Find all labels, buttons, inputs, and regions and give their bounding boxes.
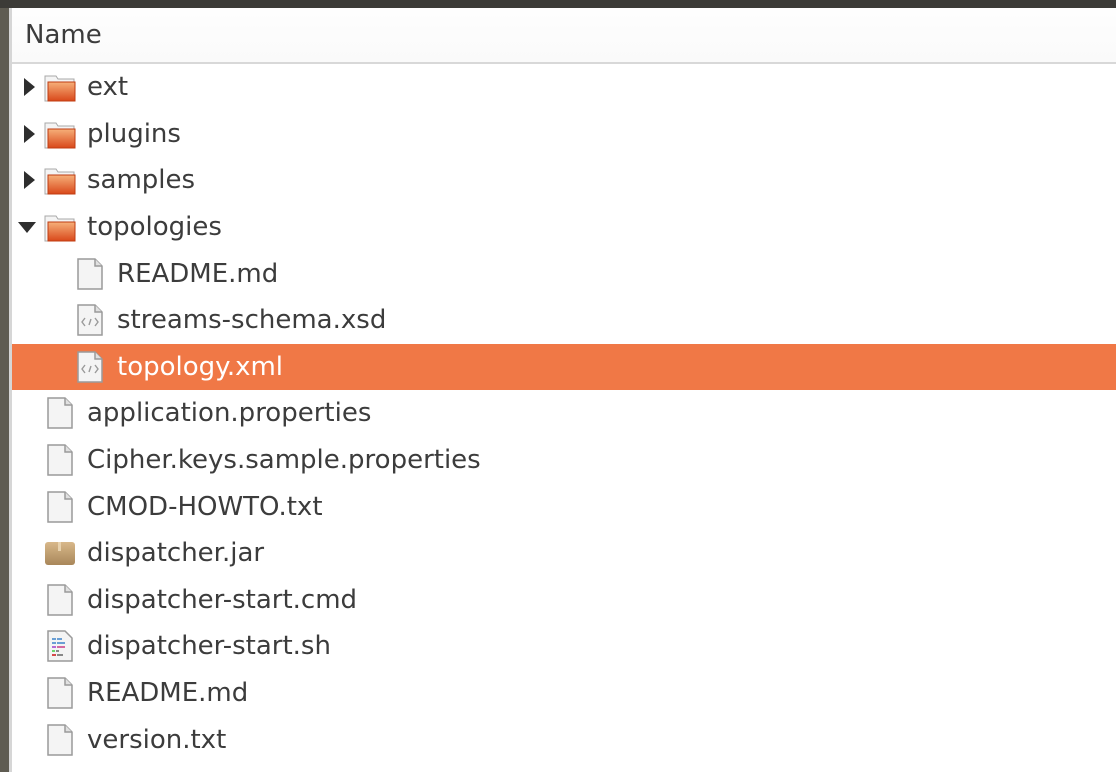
file-row-version-txt[interactable]: version.txt: [12, 716, 1116, 763]
item-label: README.md: [87, 678, 249, 709]
folder-icon: [44, 164, 76, 196]
column-header-name[interactable]: Name: [12, 8, 1116, 64]
archive-icon: [44, 537, 76, 569]
item-label: topology.xml: [117, 351, 284, 382]
item-label: topologies: [87, 212, 222, 243]
item-label: dispatcher.jar: [87, 538, 265, 569]
file-row-cipher-keys-sample-properties[interactable]: Cipher.keys.sample.properties: [12, 437, 1116, 484]
item-label: CMOD-HOWTO.txt: [87, 491, 323, 522]
item-label: dispatcher-start.cmd: [87, 584, 358, 615]
item-label: version.txt: [87, 724, 227, 755]
xml-file-icon: [74, 304, 106, 337]
xml-file-icon: [74, 351, 106, 383]
text-file-icon: [44, 444, 76, 476]
folder-row-samples[interactable]: samples: [12, 157, 1116, 204]
text-file-icon: [44, 397, 76, 430]
item-label: dispatcher-start.sh: [87, 631, 331, 662]
file-tree-view: Name ext plugins samples topologies README.m…: [12, 8, 1116, 772]
file-row-application-properties[interactable]: application.properties: [12, 390, 1116, 437]
text-file-icon: [74, 257, 106, 290]
item-label: application.properties: [87, 398, 372, 429]
file-row-topology-xml[interactable]: topology.xml: [12, 343, 1116, 391]
text-file-icon: [44, 584, 76, 616]
expander-expanded-icon[interactable]: [18, 221, 36, 233]
item-label: Cipher.keys.sample.properties: [87, 445, 481, 476]
item-label: ext: [87, 72, 129, 103]
folder-row-ext[interactable]: ext: [12, 64, 1116, 111]
item-label: samples: [87, 165, 196, 196]
item-label: README.md: [117, 258, 279, 289]
expander-collapsed-icon[interactable]: [24, 78, 35, 97]
expander-collapsed-icon[interactable]: [24, 171, 35, 190]
expander-collapsed-icon[interactable]: [24, 124, 35, 143]
folder-row-topologies[interactable]: topologies: [12, 204, 1116, 251]
file-row-dispatcher-start-sh[interactable]: dispatcher-start.sh: [12, 623, 1116, 670]
folder-icon: [44, 71, 76, 103]
file-row-readme-md[interactable]: README.md: [12, 670, 1116, 717]
folder-icon: [44, 118, 76, 150]
script-file-icon: [44, 630, 76, 663]
sidebar-edge: [0, 8, 9, 772]
text-file-icon: [44, 677, 76, 709]
column-header-label: Name: [25, 20, 102, 50]
text-file-icon: [44, 490, 76, 523]
file-row-readme-md[interactable]: README.md: [12, 250, 1116, 297]
item-label: plugins: [87, 118, 181, 149]
folder-row-plugins[interactable]: plugins: [12, 111, 1116, 158]
file-row-dispatcher-start-cmd[interactable]: dispatcher-start.cmd: [12, 577, 1116, 624]
file-list: ext plugins samples topologies README.md stre…: [12, 64, 1116, 763]
file-row-dispatcher-jar[interactable]: dispatcher.jar: [12, 530, 1116, 577]
folder-icon: [44, 211, 76, 243]
file-row-streams-schema-xsd[interactable]: streams-schema.xsd: [12, 297, 1116, 344]
item-label: streams-schema.xsd: [117, 305, 387, 336]
file-row-cmod-howto-txt[interactable]: CMOD-HOWTO.txt: [12, 483, 1116, 530]
window-top-bar: [0, 0, 1116, 8]
text-file-icon: [44, 723, 76, 756]
